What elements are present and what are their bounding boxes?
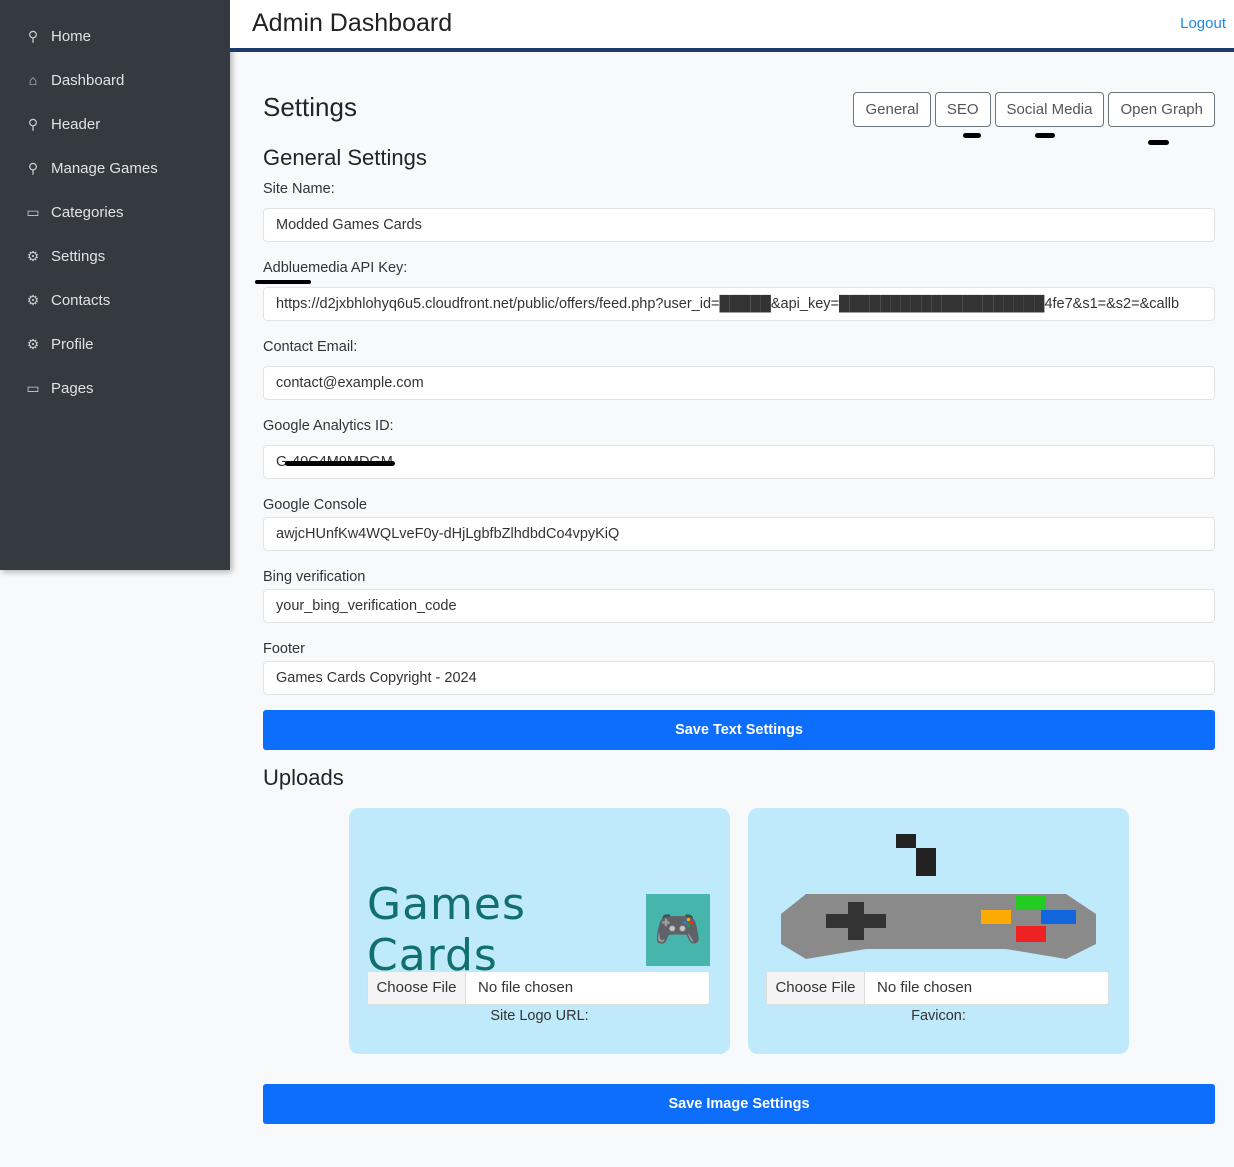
folder-icon: ▭	[26, 203, 40, 220]
api-key-label: Adbluemedia API Key:	[263, 260, 408, 276]
sidebar-item-home[interactable]: ⚲ Home	[0, 14, 230, 58]
site-name-label: Site Name:	[263, 181, 335, 197]
sidebar-item-settings[interactable]: ⚙ Settings	[0, 234, 230, 278]
logo-caption: Site Logo URL:	[490, 1008, 589, 1024]
logout-link[interactable]: Logout	[1180, 15, 1226, 32]
settings-title: Settings	[263, 92, 357, 122]
favicon-upload-card: Choose File No file chosen Favicon:	[748, 808, 1129, 1054]
sidebar-item-pages[interactable]: ▭ Pages	[0, 366, 230, 410]
annotation-mark	[255, 280, 311, 284]
sidebar-item-label: Profile	[51, 335, 94, 353]
tab-general[interactable]: General	[853, 92, 931, 127]
sidebar-item-categories[interactable]: ▭ Categories	[0, 190, 230, 234]
sidebar-item-label: Dashboard	[51, 71, 125, 89]
sidebar-item-label: Pages	[51, 379, 94, 397]
annotation-mark	[963, 133, 981, 138]
logo-file-input[interactable]: Choose File No file chosen	[367, 971, 710, 1005]
page-title: Admin Dashboard	[252, 9, 453, 37]
annotation-mark	[1035, 133, 1055, 138]
sidebar-item-contacts[interactable]: ⚙ Contacts	[0, 278, 230, 322]
google-console-label: Google Console	[263, 497, 367, 513]
general-settings-heading: General Settings	[263, 145, 427, 170]
choose-file-button[interactable]: Choose File	[767, 972, 865, 1004]
logo-upload-card: Games Cards 🎮 Choose File No file chosen …	[349, 808, 730, 1054]
save-image-settings-button[interactable]: Save Image Settings	[263, 1084, 1215, 1124]
sidebar-item-dashboard[interactable]: ⌂ Dashboard	[0, 58, 230, 102]
file-status: No file chosen	[478, 979, 574, 996]
sidebar-item-manage-games[interactable]: ⚲ Manage Games	[0, 146, 230, 190]
choose-file-button[interactable]: Choose File	[368, 972, 466, 1004]
joystick-icon: ⚲	[27, 159, 39, 176]
top-bar: Admin Dashboard Logout	[230, 0, 1234, 52]
joystick-icon: ⚲	[27, 27, 39, 44]
favicon-image	[766, 834, 1109, 970]
save-text-settings-button[interactable]: Save Text Settings	[263, 710, 1215, 750]
gear-icon: ⚙	[26, 247, 40, 264]
footer-input[interactable]: Games Cards Copyright - 2024	[263, 661, 1215, 695]
footer-label: Footer	[263, 641, 305, 657]
folder-icon: ▭	[26, 379, 40, 396]
sidebar-item-label: Contacts	[51, 291, 111, 309]
sidebar-item-label: Categories	[51, 203, 124, 221]
settings-tabs: General SEO Social Media Open Graph	[853, 92, 1215, 127]
contact-email-input[interactable]: contact@example.com	[263, 366, 1215, 400]
sidebar-item-label: Settings	[51, 247, 106, 265]
api-key-input[interactable]: https://d2jxbhlohyq6u5.cloudfront.net/pu…	[263, 287, 1215, 321]
logo-text: Games Cards	[367, 879, 526, 981]
favicon-file-input[interactable]: Choose File No file chosen	[766, 971, 1109, 1005]
bing-verification-input[interactable]: your_bing_verification_code	[263, 589, 1215, 623]
favicon-caption: Favicon:	[911, 1008, 966, 1024]
site-logo-image: Games Cards 🎮	[367, 879, 710, 981]
sidebar-item-header[interactable]: ⚲ Header	[0, 102, 230, 146]
gear-icon: ⚙	[26, 291, 40, 308]
annotation-mark	[1148, 140, 1169, 145]
sidebar-item-label: Header	[51, 115, 101, 133]
uploads-heading: Uploads	[263, 765, 344, 790]
sidebar-item-profile[interactable]: ⚙ Profile	[0, 322, 230, 366]
bing-verification-label: Bing verification	[263, 569, 366, 585]
home-icon: ⌂	[28, 72, 38, 88]
sidebar-item-label: Manage Games	[51, 159, 158, 177]
file-status: No file chosen	[877, 979, 973, 996]
analytics-id-label: Google Analytics ID:	[263, 418, 394, 434]
annotation-mark	[285, 461, 395, 466]
google-console-input[interactable]: awjcHUnfKw4WQLveF0y-dHjLgbfbZlhdbdCo4vpy…	[263, 517, 1215, 551]
gamepad-icon: 🎮	[645, 894, 710, 966]
gear-icon: ⚙	[26, 335, 40, 352]
sidebar-item-label: Home	[51, 27, 92, 45]
tab-open-graph[interactable]: Open Graph	[1108, 92, 1215, 127]
sidebar: ⚲ Home ⌂ Dashboard ⚲ Header ⚲ Manage Games ▭ Cate…	[0, 0, 230, 570]
analytics-id-input[interactable]: G-40C4M9MDGM	[263, 445, 1215, 479]
site-name-input[interactable]: Modded Games Cards	[263, 208, 1215, 242]
joystick-icon: ⚲	[27, 115, 39, 132]
contact-email-label: Contact Email:	[263, 339, 358, 355]
tab-seo[interactable]: SEO	[934, 92, 991, 127]
tab-social-media[interactable]: Social Media	[994, 92, 1105, 127]
